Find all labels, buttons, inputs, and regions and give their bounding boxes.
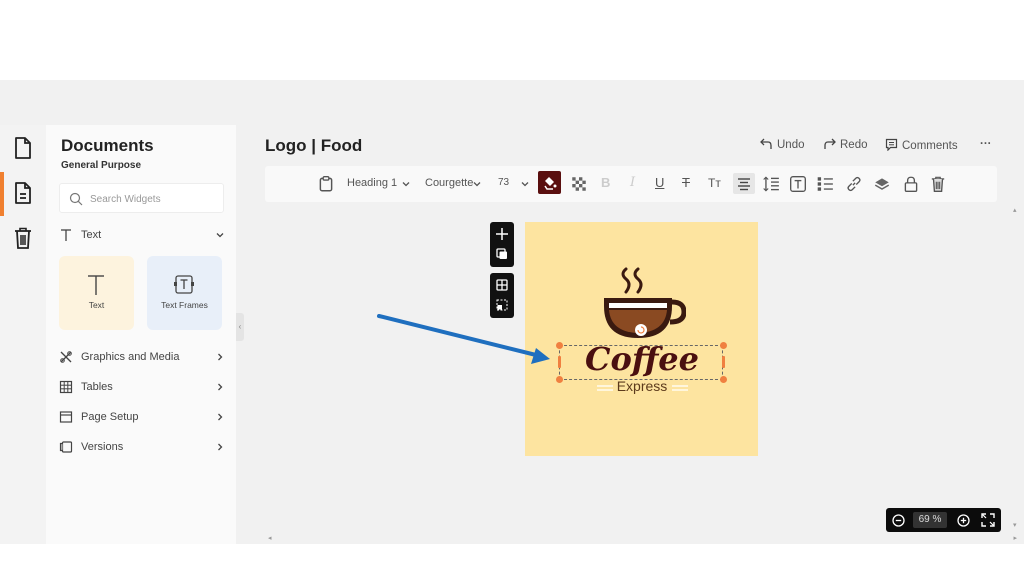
chevron-down-icon[interactable] <box>472 179 482 189</box>
font-family-select[interactable]: Courgette <box>425 177 473 189</box>
panel-subtitle: General Purpose <box>61 160 142 171</box>
document-title: Logo | Food <box>265 136 363 155</box>
section-label: Text <box>81 229 102 241</box>
section-label: Page Setup <box>81 411 139 423</box>
scroll-left-arrow[interactable]: ◂ <box>268 534 272 542</box>
redo-icon <box>824 138 836 149</box>
duplicate-icon[interactable] <box>496 248 508 260</box>
chevron-right-icon <box>218 353 223 361</box>
card-label: Text <box>88 300 105 310</box>
versions-icon <box>59 441 73 453</box>
rail-item-trash[interactable] <box>12 226 36 252</box>
lock-icon[interactable] <box>902 175 920 193</box>
annotation-arrow <box>377 314 550 364</box>
zoom-value: 69 <box>918 514 930 525</box>
underline-button[interactable]: U <box>655 175 664 190</box>
italic-button[interactable]: I <box>630 175 635 190</box>
zoom-unit: % <box>932 514 942 525</box>
scroll-up-arrow[interactable]: ▴ <box>1013 206 1017 214</box>
resize-handle-top-left[interactable] <box>556 342 563 349</box>
chevron-down-icon[interactable] <box>401 179 411 189</box>
trash-icon <box>15 227 31 249</box>
section-label: Tables <box>81 381 113 393</box>
rail-item-files[interactable] <box>12 136 36 162</box>
table-icon <box>59 380 73 394</box>
rail-active-indicator <box>0 172 4 216</box>
chevron-right-icon <box>218 443 223 451</box>
comment-icon <box>885 138 898 152</box>
zoom-in-icon[interactable] <box>957 514 970 527</box>
text-t-icon <box>88 275 104 295</box>
strikethrough-button[interactable]: T <box>682 175 690 190</box>
layers-icon[interactable] <box>873 175 891 193</box>
fullscreen-icon[interactable] <box>981 513 995 527</box>
section-label: Graphics and Media <box>81 351 180 363</box>
section-text[interactable]: Text <box>59 226 227 246</box>
add-tools-group <box>490 222 514 267</box>
link-icon[interactable] <box>845 175 863 193</box>
scroll-down-arrow[interactable]: ▾ <box>1013 521 1017 529</box>
horizontal-scrollbar[interactable]: ◂ ▸ <box>265 534 1020 544</box>
card-label: Text Frames <box>161 300 208 310</box>
text-style-select[interactable]: Heading 1 <box>347 177 397 189</box>
plus-icon[interactable] <box>495 227 509 241</box>
text-t-icon <box>61 229 71 241</box>
resize-handle-top-right[interactable] <box>720 342 727 349</box>
document-lines-icon <box>15 182 31 204</box>
redo-button[interactable]: Redo <box>823 138 868 151</box>
widget-search-placeholder: Search Widgets <box>90 194 161 205</box>
comments-button[interactable]: Comments <box>885 138 958 152</box>
text-case-button[interactable]: Tт <box>708 176 721 190</box>
scroll-right-arrow[interactable]: ▸ <box>1013 534 1017 542</box>
grid-icon[interactable] <box>496 279 508 291</box>
zoom-out-icon[interactable] <box>892 514 905 527</box>
text-box-icon[interactable] <box>789 175 807 193</box>
section-label: Versions <box>81 441 124 453</box>
undo-icon <box>760 138 772 149</box>
file-icon <box>15 137 31 159</box>
resize-handle-left[interactable] <box>558 356 561 368</box>
section-tables[interactable]: Tables <box>59 378 227 398</box>
section-versions[interactable]: Versions <box>59 438 227 458</box>
chevron-right-icon <box>218 413 223 421</box>
align-center-icon <box>738 178 750 191</box>
redo-label: Redo <box>840 139 868 151</box>
bold-button[interactable]: B <box>601 175 610 190</box>
search-icon <box>69 192 83 206</box>
widget-card-text-frames[interactable]: Text Frames <box>147 256 222 330</box>
text-frame-icon <box>174 275 194 294</box>
fill-color-button[interactable] <box>538 171 561 194</box>
section-page-setup[interactable]: Page Setup <box>59 408 227 428</box>
paint-bucket-icon <box>544 177 557 190</box>
panel-title: Documents <box>61 136 154 155</box>
graphics-icon <box>60 351 72 363</box>
list-icon[interactable] <box>816 175 834 193</box>
more-options-button[interactable]: ··· <box>980 138 992 150</box>
comments-label: Comments <box>902 140 958 152</box>
chevron-down-icon[interactable] <box>520 179 530 189</box>
section-graphics-and-media[interactable]: Graphics and Media <box>59 348 227 368</box>
delete-icon[interactable] <box>929 175 947 193</box>
selection-box <box>559 345 723 380</box>
font-size-select[interactable]: 73 <box>498 177 509 188</box>
line-height-icon[interactable] <box>762 175 780 193</box>
zoom-level-input[interactable]: 69 % <box>913 512 947 528</box>
widget-search-input[interactable]: Search Widgets <box>59 183 224 213</box>
widget-card-text[interactable]: Text <box>59 256 134 330</box>
chevron-down-icon <box>216 233 224 238</box>
transparency-icon[interactable] <box>570 175 588 193</box>
select-area-icon[interactable] <box>496 299 508 311</box>
undo-label: Undo <box>777 139 805 151</box>
clipboard-icon[interactable] <box>317 175 335 193</box>
logo-subtitle-text[interactable]: Express <box>560 378 724 394</box>
undo-button[interactable]: Undo <box>760 138 805 151</box>
align-center-button[interactable] <box>733 173 755 194</box>
panel-collapse-handle[interactable]: ‹ <box>236 313 244 341</box>
resize-handle-right[interactable] <box>722 356 725 368</box>
rail-item-documents[interactable] <box>12 181 36 207</box>
page-setup-icon <box>59 411 73 423</box>
coffee-cup-graphic[interactable] <box>598 266 686 342</box>
chevron-right-icon <box>218 383 223 391</box>
